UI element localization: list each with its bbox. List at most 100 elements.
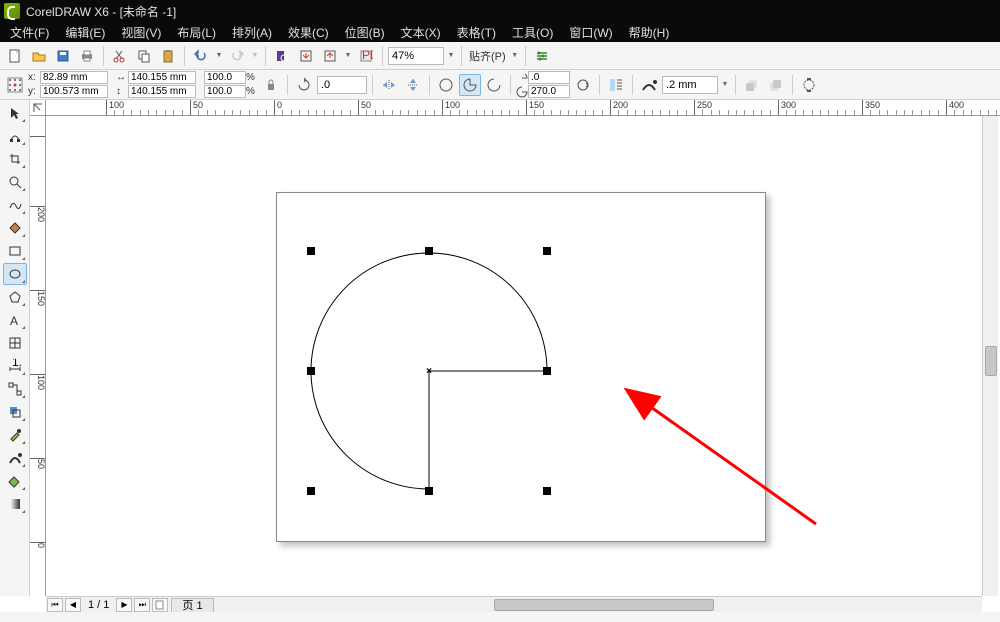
snap-label[interactable]: 贴齐(P) (467, 48, 508, 64)
pie-mode-button[interactable] (459, 74, 481, 96)
publish-pdf-button[interactable]: PDF (355, 45, 377, 67)
ellipse-tool[interactable] (3, 263, 27, 285)
width-input[interactable]: 140.155 mm (128, 71, 196, 84)
vscroll-thumb[interactable] (985, 346, 997, 376)
outline-width-input[interactable] (662, 76, 718, 94)
app-logo-icon (4, 3, 20, 19)
ruler-vertical[interactable]: 200150100500 (30, 116, 46, 596)
menu-arrange[interactable]: 排列(A) (224, 22, 280, 43)
selection-handle-e[interactable] (543, 367, 551, 375)
rotation-icon (293, 74, 315, 96)
options-button[interactable] (531, 45, 553, 67)
undo-button[interactable] (190, 45, 212, 67)
separator (461, 46, 462, 66)
paste-button[interactable] (157, 45, 179, 67)
interactive-fill-tool[interactable] (3, 493, 27, 515)
selection-handle-ne[interactable] (543, 247, 551, 255)
vertical-scrollbar[interactable] (982, 116, 998, 596)
lock-ratio-button[interactable] (260, 74, 282, 96)
print-button[interactable] (76, 45, 98, 67)
redo-dropdown[interactable]: ▼ (250, 45, 260, 67)
page-last-button[interactable]: ⏭ (134, 598, 150, 612)
table-tool[interactable] (3, 332, 27, 354)
selection-handle-sw[interactable] (307, 487, 315, 495)
menu-view[interactable]: 视图(V) (113, 22, 169, 43)
selection-center-icon[interactable]: × (424, 366, 434, 376)
page-add-button[interactable] (152, 598, 168, 612)
zoom-tool[interactable] (3, 171, 27, 193)
menu-text[interactable]: 文本(X) (393, 22, 449, 43)
freehand-tool[interactable] (3, 194, 27, 216)
rectangle-tool[interactable] (3, 240, 27, 262)
ellipse-mode-button[interactable] (435, 74, 457, 96)
page-tab-1[interactable]: 页 1 (171, 598, 213, 612)
copy-button[interactable] (133, 45, 155, 67)
smart-fill-tool[interactable] (3, 217, 27, 239)
arc-mode-button[interactable] (483, 74, 505, 96)
menu-tools[interactable]: 工具(O) (504, 22, 561, 43)
scale-x-input[interactable]: 100.0 (204, 71, 246, 84)
start-angle-input[interactable]: .0 (528, 71, 570, 84)
hscroll-thumb[interactable] (494, 599, 714, 611)
to-front-button[interactable] (741, 74, 763, 96)
selection-handle-w[interactable] (307, 367, 315, 375)
undo-dropdown[interactable]: ▼ (214, 45, 224, 67)
page-next-button[interactable]: ▶ (116, 598, 132, 612)
menu-bitmap[interactable]: 位图(B) (337, 22, 393, 43)
import-button[interactable] (295, 45, 317, 67)
outline-pen-tool[interactable] (3, 447, 27, 469)
selection-handle-se[interactable] (543, 487, 551, 495)
menu-file[interactable]: 文件(F) (2, 22, 57, 43)
menu-layout[interactable]: 布局(L) (169, 22, 224, 43)
menu-table[interactable]: 表格(T) (449, 22, 504, 43)
menu-window[interactable]: 窗口(W) (561, 22, 620, 43)
mirror-h-button[interactable] (378, 74, 400, 96)
ruler-origin-icon[interactable] (30, 100, 46, 116)
snap-dropdown[interactable]: ▼ (510, 45, 520, 67)
x-position-input[interactable]: 82.89 mm (40, 71, 108, 84)
pick-tool[interactable] (3, 102, 27, 124)
eyedropper-tool[interactable] (3, 424, 27, 446)
selection-handle-n[interactable] (425, 247, 433, 255)
polygon-tool[interactable] (3, 286, 27, 308)
page-prev-button[interactable]: ◀ (65, 598, 81, 612)
rotation-input[interactable] (317, 76, 367, 94)
swap-direction-button[interactable] (572, 74, 594, 96)
selection-handle-nw[interactable] (307, 247, 315, 255)
save-button[interactable] (52, 45, 74, 67)
canvas[interactable]: × (46, 116, 982, 596)
cut-button[interactable] (109, 45, 131, 67)
connector-tool[interactable] (3, 378, 27, 400)
zoom-input[interactable] (388, 47, 444, 65)
ruler-horizontal[interactable]: 10050050100150200250300350400 (30, 100, 1000, 116)
to-back-button[interactable] (765, 74, 787, 96)
wrap-text-button[interactable] (605, 74, 627, 96)
zoom-dropdown[interactable]: ▼ (446, 45, 456, 67)
dimension-tool[interactable]: 1.0 (3, 355, 27, 377)
open-button[interactable] (28, 45, 50, 67)
search-content-button[interactable] (271, 45, 293, 67)
crop-tool[interactable] (3, 148, 27, 170)
object-origin-button[interactable] (4, 74, 26, 96)
interactive-effects-tool[interactable] (3, 401, 27, 423)
end-angle-input[interactable]: 270.0 (528, 85, 570, 98)
shape-tool[interactable] (3, 125, 27, 147)
fill-tool[interactable] (3, 470, 27, 492)
selection-handle-s[interactable] (425, 487, 433, 495)
pie-shape[interactable] (301, 251, 561, 506)
export-button[interactable] (319, 45, 341, 67)
scale-y-input[interactable]: 100.0 (204, 85, 246, 98)
export-dropdown[interactable]: ▼ (343, 45, 353, 67)
mirror-v-button[interactable] (402, 74, 424, 96)
text-tool[interactable]: A (3, 309, 27, 331)
convert-curves-button[interactable] (798, 74, 820, 96)
menu-help[interactable]: 帮助(H) (621, 22, 678, 43)
height-input[interactable]: 140.155 mm (128, 85, 196, 98)
y-position-input[interactable]: 100.573 mm (40, 85, 108, 98)
redo-button[interactable] (226, 45, 248, 67)
new-button[interactable] (4, 45, 26, 67)
outline-dropdown[interactable]: ▼ (720, 74, 730, 96)
page-first-button[interactable]: ⏮ (47, 598, 63, 612)
menu-effects[interactable]: 效果(C) (280, 22, 337, 43)
menu-edit[interactable]: 编辑(E) (57, 22, 113, 43)
